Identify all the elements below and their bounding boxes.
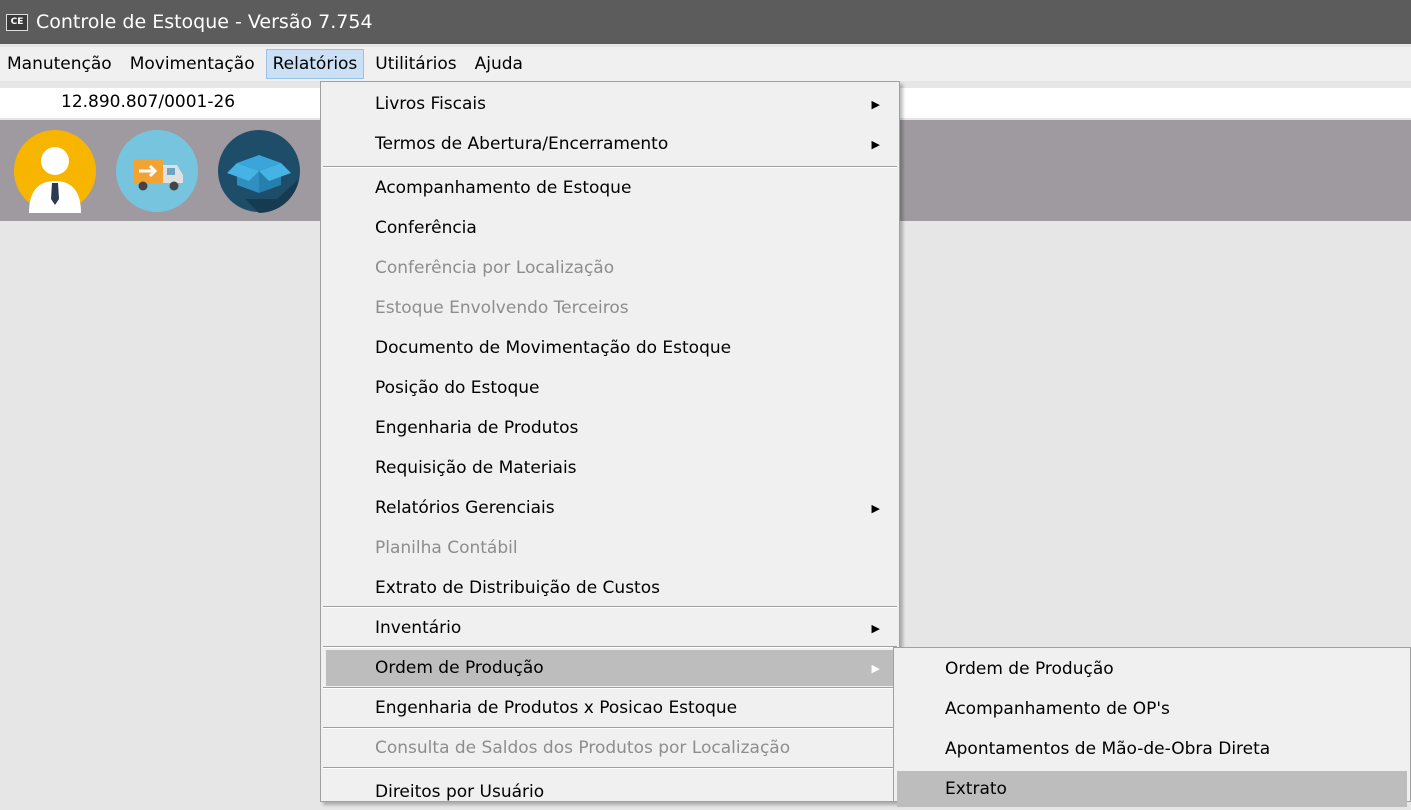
menu-item-label: Ordem de Produção xyxy=(945,659,1114,679)
app-icon[interactable]: CE xyxy=(6,13,28,31)
menu-item-label: Apontamentos de Mão-de-Obra Direta xyxy=(945,739,1271,759)
submenu-item-ordem-producao[interactable]: Ordem de Produção xyxy=(897,651,1407,687)
menu-item-conferencia[interactable]: Conferência xyxy=(326,210,894,246)
menu-relatorios[interactable]: Relatórios xyxy=(265,49,365,79)
menu-item-label: Planilha Contábil xyxy=(375,538,518,558)
menu-item-consulta-saldos: Consulta de Saldos dos Produtos por Loca… xyxy=(326,730,894,766)
menu-item-conferencia-localizacao: Conferência por Localização xyxy=(326,250,894,286)
menu-item-label: Termos de Abertura/Encerramento xyxy=(375,134,669,154)
title-bar: CE Controle de Estoque - Versão 7.754 xyxy=(0,0,1411,44)
menu-item-label: Relatórios Gerenciais xyxy=(375,498,555,518)
menu-item-engenharia-produtos[interactable]: Engenharia de Produtos xyxy=(326,410,894,446)
menu-item-livros-fiscais[interactable]: Livros Fiscais ▶ xyxy=(326,86,894,122)
menu-item-engenharia-posicao[interactable]: Engenharia de Produtos x Posicao Estoque xyxy=(326,690,894,726)
menu-ajuda[interactable]: Ajuda xyxy=(468,49,530,79)
menu-separator xyxy=(323,767,897,769)
menu-item-label: Direitos por Usuário xyxy=(375,782,545,802)
submenu-item-acompanhamento-ops[interactable]: Acompanhamento de OP's xyxy=(897,691,1407,727)
menu-item-documento-movimentacao[interactable]: Documento de Movimentação do Estoque xyxy=(326,330,894,366)
ordem-producao-submenu: Ordem de Produção Acompanhamento de OP's… xyxy=(893,647,1411,807)
menu-separator xyxy=(323,727,897,729)
submenu-arrow-icon: ▶ xyxy=(871,97,880,111)
menu-separator xyxy=(323,606,897,608)
submenu-item-apontamentos[interactable]: Apontamentos de Mão-de-Obra Direta xyxy=(897,731,1407,767)
submenu-arrow-icon: ▶ xyxy=(871,137,880,151)
menu-item-relatorios-gerenciais[interactable]: Relatórios Gerenciais ▶ xyxy=(326,490,894,526)
menu-item-extrato-distribuicao-custos[interactable]: Extrato de Distribuição de Custos xyxy=(326,570,894,606)
menu-item-label: Extrato xyxy=(945,779,1007,799)
box-icon[interactable] xyxy=(217,129,301,213)
menu-item-label: Conferência por Localização xyxy=(375,258,615,278)
menu-item-acompanhamento-estoque[interactable]: Acompanhamento de Estoque xyxy=(326,170,894,206)
menu-item-label: Documento de Movimentação do Estoque xyxy=(375,338,732,358)
menu-item-inventario[interactable]: Inventário ▶ xyxy=(326,610,894,646)
menu-item-label: Estoque Envolvendo Terceiros xyxy=(375,298,629,318)
cnpj-label: 12.890.807/0001-26 xyxy=(61,92,236,112)
menu-item-direitos-usuario[interactable]: Direitos por Usuário xyxy=(326,774,894,810)
submenu-arrow-icon: ▶ xyxy=(871,501,880,515)
menu-item-planilha-contabil: Planilha Contábil xyxy=(326,530,894,566)
menu-item-label: Consulta de Saldos dos Produtos por Loca… xyxy=(375,738,791,758)
menu-item-label: Extrato de Distribuição de Custos xyxy=(375,578,660,598)
menu-item-label: Posição do Estoque xyxy=(375,378,540,398)
menu-item-label: Engenharia de Produtos xyxy=(375,418,579,438)
menu-item-label: Acompanhamento de OP's xyxy=(945,699,1170,719)
menu-item-label: Engenharia de Produtos x Posicao Estoque xyxy=(375,698,738,718)
menu-item-requisicao-materiais[interactable]: Requisição de Materiais xyxy=(326,450,894,486)
submenu-arrow-icon: ▶ xyxy=(871,661,880,675)
menu-item-posicao-estoque[interactable]: Posição do Estoque xyxy=(326,370,894,406)
menu-item-label: Conferência xyxy=(375,218,477,238)
user-icon[interactable] xyxy=(13,129,97,213)
window-title: Controle de Estoque - Versão 7.754 xyxy=(36,11,373,33)
menu-manutencao[interactable]: Manutenção xyxy=(0,49,119,79)
menu-separator xyxy=(323,687,897,689)
menu-separator xyxy=(323,646,897,648)
menu-bar: Manutenção Movimentação Relatórios Utili… xyxy=(0,47,1411,81)
menu-item-ordem-producao[interactable]: Ordem de Produção ▶ xyxy=(326,650,894,686)
menu-utilitarios[interactable]: Utilitários xyxy=(368,49,463,79)
delivery-truck-icon[interactable] xyxy=(115,129,199,213)
menu-item-label: Livros Fiscais xyxy=(375,94,486,114)
menu-movimentacao[interactable]: Movimentação xyxy=(123,49,262,79)
menu-item-estoque-terceiros: Estoque Envolvendo Terceiros xyxy=(326,290,894,326)
menu-item-label: Requisição de Materiais xyxy=(375,458,577,478)
menu-item-label: Inventário xyxy=(375,618,462,638)
menu-separator xyxy=(323,166,897,168)
menu-item-label: Acompanhamento de Estoque xyxy=(375,178,632,198)
relatorios-dropdown: Livros Fiscais ▶ Termos de Abertura/Ence… xyxy=(320,81,900,802)
menu-item-termos[interactable]: Termos de Abertura/Encerramento ▶ xyxy=(326,126,894,162)
submenu-arrow-icon: ▶ xyxy=(871,621,880,635)
menu-item-label: Ordem de Produção xyxy=(375,658,544,678)
